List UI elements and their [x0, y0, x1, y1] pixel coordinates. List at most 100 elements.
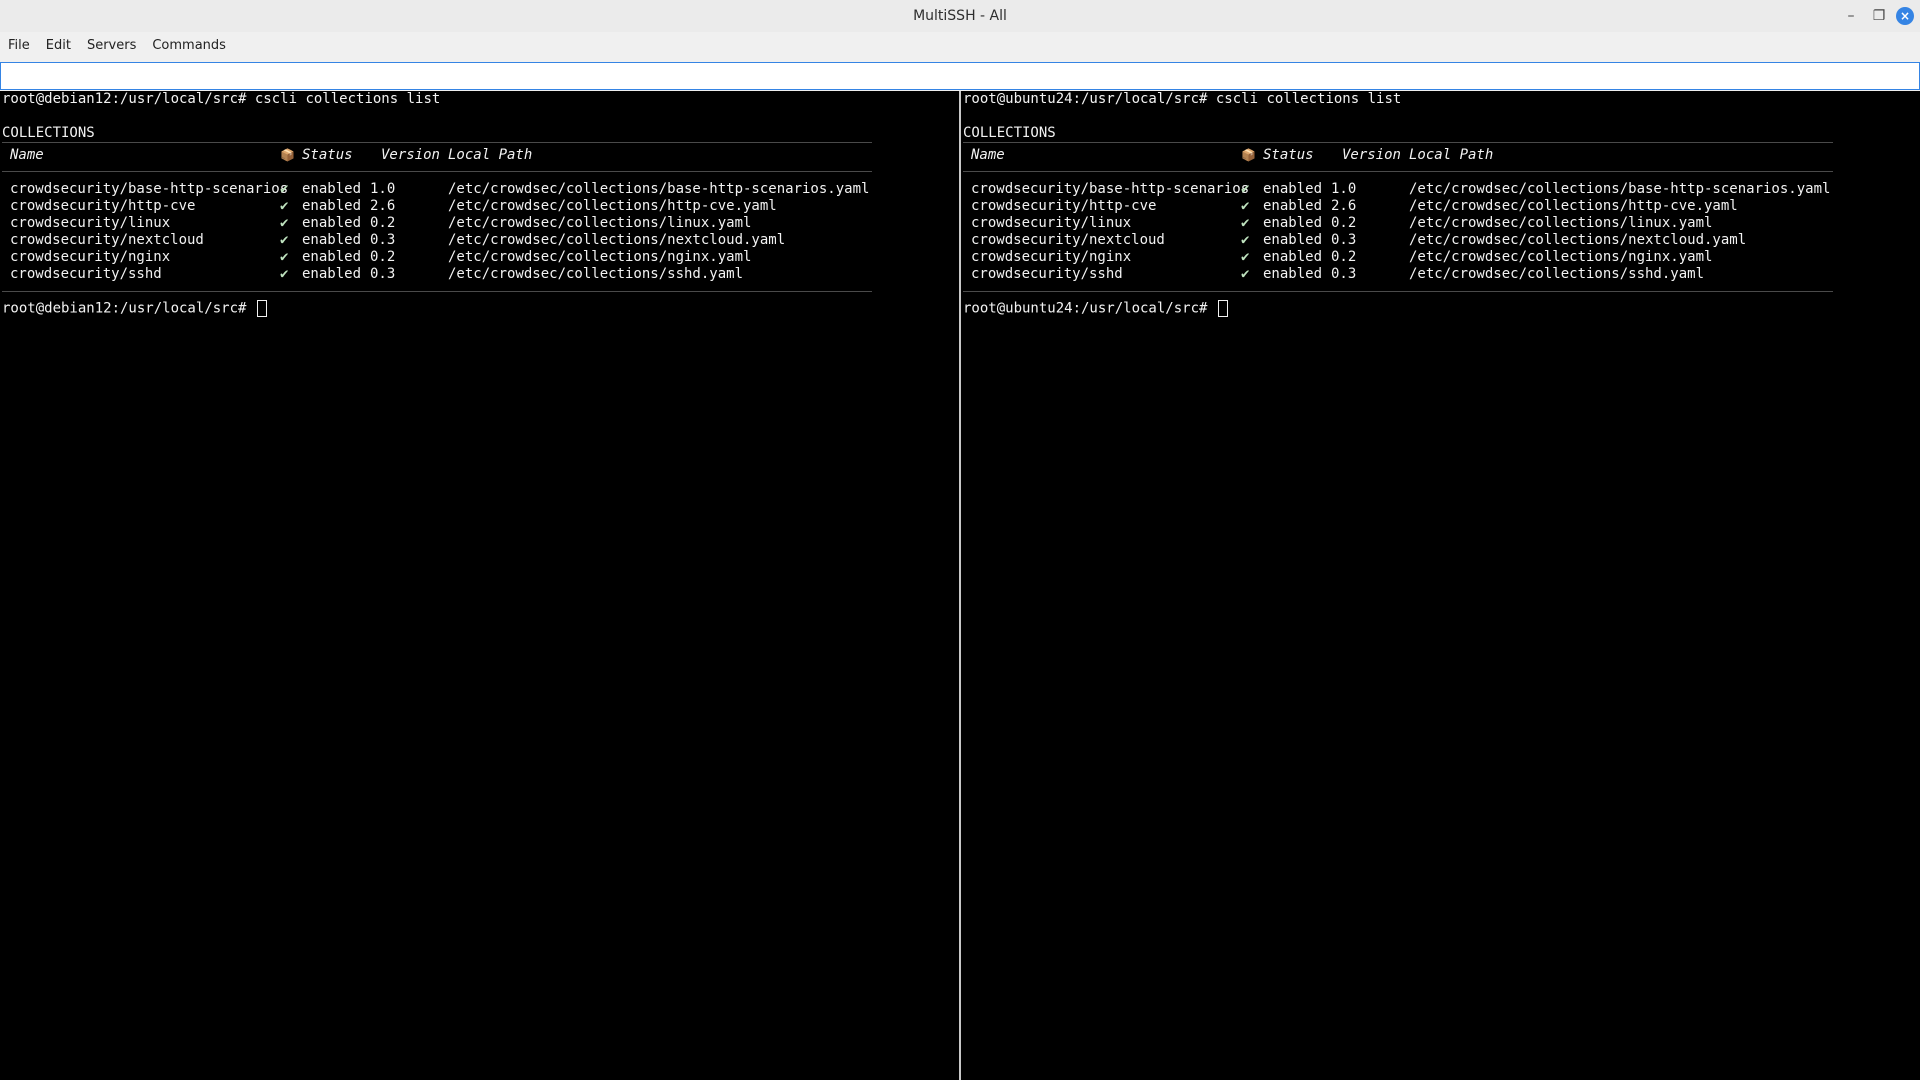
table-separator	[2, 291, 872, 292]
close-button[interactable]: ×	[1896, 7, 1914, 25]
status-text: enabled	[1263, 215, 1323, 231]
collection-path: /etc/crowdsec/collections/linux.yaml	[448, 215, 752, 231]
collection-path: /etc/crowdsec/collections/base-http-scen…	[448, 181, 870, 197]
check-icon: ✔	[1241, 181, 1250, 197]
collection-name: crowdsecurity/sshd	[971, 266, 1123, 282]
status-text: enabled	[1263, 181, 1323, 197]
command-text: cscli collections list	[1215, 91, 1402, 107]
table-row: crowdsecurity/linux ✔ enabled 0.2/etc/crowd…	[961, 215, 1920, 232]
check-icon: ✔	[280, 266, 289, 282]
terminal-cursor	[256, 300, 267, 317]
status-text: enabled	[1263, 232, 1323, 248]
collection-name: crowdsecurity/sshd	[10, 266, 162, 282]
check-icon: ✔	[280, 249, 289, 265]
check-icon: ✔	[1241, 215, 1250, 231]
menu-commands[interactable]: Commands	[144, 34, 234, 58]
package-icon: 📦	[280, 148, 295, 162]
collection-path: /etc/crowdsec/collections/linux.yaml	[1409, 215, 1713, 231]
status-text: enabled	[1263, 266, 1323, 282]
maximize-button[interactable]: ❐	[1868, 6, 1890, 26]
header-version: Version	[380, 147, 440, 163]
status-text: enabled	[302, 266, 362, 282]
status-text: enabled	[1263, 198, 1323, 214]
collection-version: 0.3	[370, 232, 396, 248]
prompt: root@ubuntu24:/usr/local/src#	[963, 91, 1208, 107]
command-text: cscli collections list	[254, 91, 441, 107]
header-name: Name	[10, 147, 44, 163]
table-row: crowdsecurity/nginx ✔ enabled 0.2/etc/crowd…	[961, 249, 1920, 266]
prompt: root@ubuntu24:/usr/local/src#	[963, 300, 1208, 317]
collection-status: ✔ enabled	[280, 181, 370, 198]
collection-version: 0.3	[1331, 266, 1357, 282]
collection-version: 0.3	[1331, 232, 1357, 248]
header-status: 📦 Status	[280, 147, 370, 164]
check-icon: ✔	[280, 181, 289, 197]
collection-name: crowdsecurity/nextcloud	[971, 232, 1165, 248]
status-text: enabled	[302, 215, 362, 231]
terminal-cursor	[1217, 300, 1228, 317]
minimize-button[interactable]: –	[1840, 6, 1862, 26]
header-status-label: Status	[302, 147, 353, 163]
collection-path: /etc/crowdsec/collections/sshd.yaml	[1409, 266, 1705, 282]
table-separator	[963, 171, 1833, 172]
collection-status: ✔ enabled	[1241, 249, 1331, 266]
collection-version: 0.2	[1331, 249, 1357, 265]
collection-status: ✔ enabled	[1241, 181, 1331, 198]
status-text: enabled	[302, 181, 362, 197]
collection-path: /etc/crowdsec/collections/base-http-scen…	[1409, 181, 1831, 197]
command-line: root@debian12:/usr/local/src# cscli coll…	[0, 91, 959, 108]
collection-name: crowdsecurity/linux	[971, 215, 1132, 231]
table-row: crowdsecurity/base-http-scenarios ✔ enable…	[961, 181, 1920, 198]
prompt: root@debian12:/usr/local/src#	[2, 300, 247, 317]
collection-version: 2.6	[1331, 198, 1357, 214]
menu-bar: File Edit Servers Commands	[0, 34, 1920, 58]
collection-status: ✔ enabled	[280, 266, 370, 283]
table-separator	[2, 171, 872, 172]
collection-name: crowdsecurity/linux	[10, 215, 171, 231]
check-icon: ✔	[1241, 249, 1250, 265]
table-row: crowdsecurity/nextcloud ✔ enabled 0.3/etc/c…	[0, 232, 959, 249]
window-title: MultiSSH - All	[913, 8, 1007, 24]
collection-status: ✔ enabled	[280, 249, 370, 266]
collection-path: /etc/crowdsec/collections/nginx.yaml	[1409, 249, 1713, 265]
menu-edit[interactable]: Edit	[38, 34, 79, 58]
package-icon: 📦	[1241, 148, 1256, 162]
terminal-pane-debian12[interactable]: root@debian12:/usr/local/src# cscli coll…	[0, 91, 959, 1080]
header-status: 📦 Status	[1241, 147, 1331, 164]
menu-file[interactable]: File	[0, 34, 38, 58]
section-title: COLLECTIONS	[2, 125, 95, 141]
header-status-label: Status	[1263, 147, 1314, 163]
collection-path: /etc/crowdsec/collections/http-cve.yaml	[448, 198, 777, 214]
broadcast-command-input[interactable]	[1, 63, 1919, 89]
table-row: crowdsecurity/sshd ✔ enabled 0.3/etc/crowds…	[961, 266, 1920, 283]
collection-status: ✔ enabled	[1241, 266, 1331, 283]
collection-version: 0.3	[370, 266, 396, 282]
table-header: Name 📦 Status Version Local Path	[961, 147, 1920, 164]
section-title: COLLECTIONS	[963, 125, 1056, 141]
table-row: crowdsecurity/http-cve ✔ enabled 2.6/etc/cr…	[961, 198, 1920, 215]
table-row: crowdsecurity/nextcloud ✔ enabled 0.3/etc/c…	[961, 232, 1920, 249]
table-row: crowdsecurity/linux ✔ enabled 0.2/etc/crowd…	[0, 215, 959, 232]
table-separator	[963, 291, 1833, 292]
collection-name: crowdsecurity/http-cve	[10, 198, 196, 214]
collection-name: crowdsecurity/base-http-scenarios	[10, 181, 289, 197]
collection-path: /etc/crowdsec/collections/nextcloud.yaml	[448, 232, 786, 248]
collection-status: ✔ enabled	[280, 215, 370, 232]
collection-path: /etc/crowdsec/collections/nextcloud.yaml	[1409, 232, 1747, 248]
broadcast-command-field	[0, 62, 1920, 90]
check-icon: ✔	[1241, 266, 1250, 282]
table-row: crowdsecurity/nginx ✔ enabled 0.2/etc/crowd…	[0, 249, 959, 266]
menu-servers[interactable]: Servers	[79, 34, 144, 58]
check-icon: ✔	[1241, 198, 1250, 214]
terminal-pane-ubuntu24[interactable]: root@ubuntu24:/usr/local/src# cscli coll…	[961, 91, 1920, 1080]
status-text: enabled	[302, 198, 362, 214]
collection-version: 0.2	[1331, 215, 1357, 231]
check-icon: ✔	[1241, 232, 1250, 248]
prompt-line: root@debian12:/usr/local/src#	[0, 300, 959, 317]
collection-name: crowdsecurity/nginx	[10, 249, 171, 265]
collection-status: ✔ enabled	[280, 232, 370, 249]
check-icon: ✔	[280, 198, 289, 214]
